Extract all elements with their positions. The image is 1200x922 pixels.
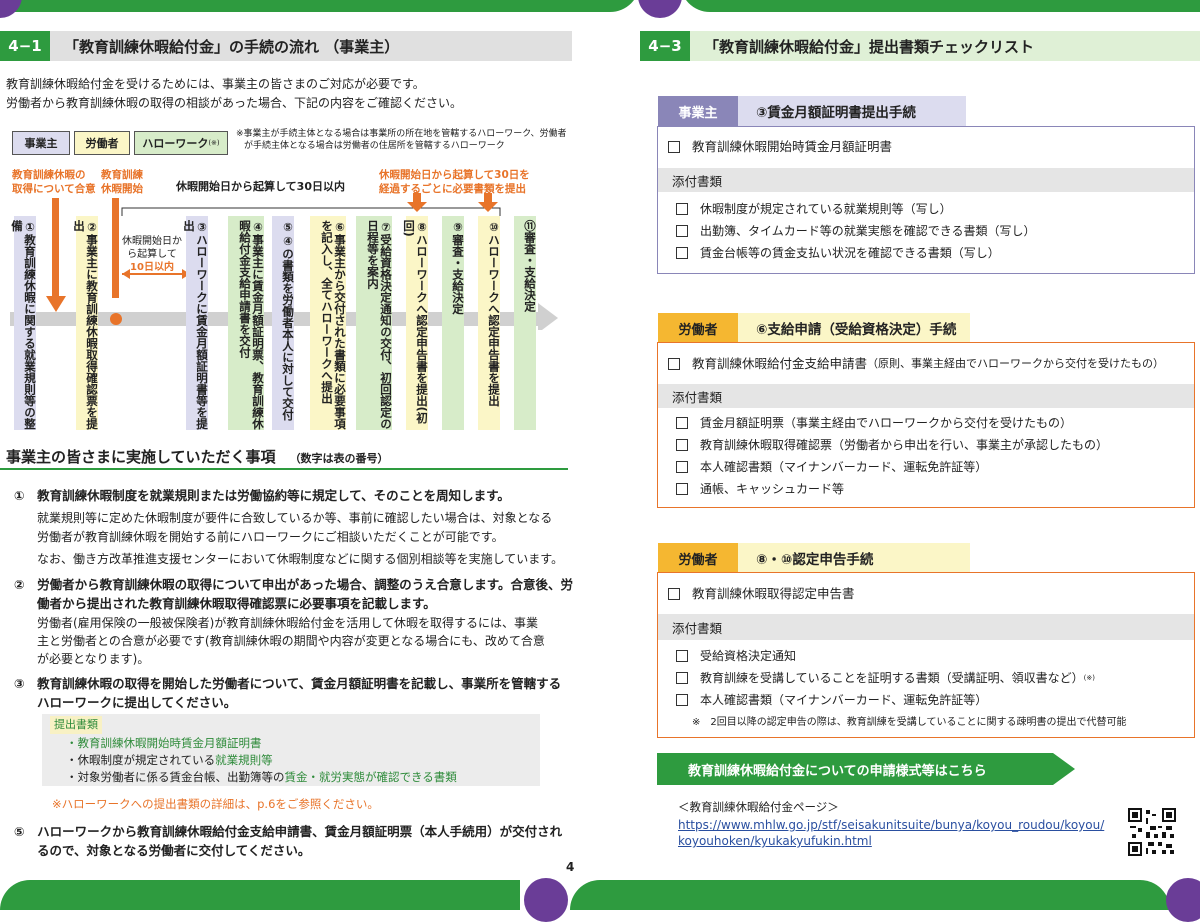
role-employer: 事業主 bbox=[12, 131, 70, 155]
block1-item-2: 出勤簿、タイムカード等の就業実態を確認できる書類（写し） bbox=[676, 222, 1036, 240]
block3-attach-label: 添付書類 bbox=[658, 614, 1194, 640]
role-hellowork: ハローワーク (※) bbox=[134, 131, 228, 155]
block1-item-3: 賃金台帳等の賃金支払い状況を確認できる書類（写し） bbox=[676, 244, 1000, 262]
step-2: ②事業主に教育訓練休暇取得確認票を提出 bbox=[72, 216, 99, 430]
block2-item-4: 通帳、キャッシュカード等 bbox=[676, 480, 844, 498]
step-4: ④事業主に賃金月額証明票、教育訓練休暇給付金支給申請書を交付 bbox=[228, 216, 265, 430]
block1-main: 教育訓練休暇開始時賃金月額証明書 bbox=[668, 138, 892, 156]
block1-attach-label: 添付書類 bbox=[658, 168, 1194, 192]
step-5: ⑤④の書類を労働者本人に対して交付 bbox=[272, 216, 295, 430]
item-1-heading: ① 教育訓練休暇制度を就業規則または労働協約等に規定して、そのことを周知します。 bbox=[14, 488, 510, 503]
forms-banner-text[interactable]: 教育訓練休暇給付金についての申請様式等はこちら bbox=[688, 753, 987, 785]
item-1-body-3: なお、働き方改革推進支援センターにおいて休暇制度などに関する個別相談等を実施して… bbox=[37, 552, 564, 566]
item-2-heading-1: ② 労働者から教育訓練休暇の取得について申出があった場合、調整のうえ合意します。… bbox=[14, 577, 573, 592]
block1-tag: 事業主 bbox=[658, 96, 738, 126]
section-number: 4−1 bbox=[0, 31, 50, 61]
block3-main: 教育訓練休暇取得認定申告書 bbox=[668, 585, 855, 603]
block2-title: ⑥支給申請（受給資格決定）手続 bbox=[738, 313, 970, 343]
section-header-4-3: 4−3 「教育訓練休暇給付金」提出書類チェックリスト bbox=[640, 31, 1200, 61]
item-1-body-1: 就業規則等に定めた休暇制度が要件に合致しているか等、事前に確認したい場合は、対象… bbox=[37, 511, 553, 525]
checkbox[interactable] bbox=[676, 439, 688, 451]
submit-doc-1: ・教育訓練休暇開始時賃金月額証明書 bbox=[66, 736, 262, 750]
item-2-heading-2: 働者から提出された教育訓練休暇取得確認票に必要事項を記載します。 bbox=[37, 596, 436, 611]
item-2-body-3: が必要となります)。 bbox=[37, 652, 150, 666]
item-3-heading-2: ハローワークに提出してください。 bbox=[37, 695, 237, 710]
decor-dot bbox=[524, 878, 568, 922]
checkbox[interactable] bbox=[668, 358, 680, 370]
checkbox[interactable] bbox=[676, 461, 688, 473]
page-link-label: ＜教育訓練休暇給付金ページ＞ bbox=[678, 800, 839, 814]
checkbox[interactable] bbox=[676, 417, 688, 429]
decor-dot bbox=[1166, 878, 1200, 922]
block3-note: ※ 2回目以降の認定申告の際は、教育訓練を受講していることに関する疎明書の提出で… bbox=[692, 717, 1127, 728]
item-2-body-1: 労働者(雇用保険の一般被保険者)が教育訓練休暇給付金を活用して休暇を取得するには… bbox=[37, 616, 539, 630]
step-3: ③ハローワークに賃金月額証明書等を提出 bbox=[182, 216, 209, 430]
block3-item-3: 本人確認書類（マイナンバーカード、運転免許証等） bbox=[676, 691, 987, 709]
heading-underline bbox=[0, 468, 568, 470]
page-number: 4 bbox=[566, 860, 575, 874]
submit-note: ※ハローワークへの提出書類の詳細は、p.6をご参照ください。 bbox=[52, 797, 379, 811]
checkbox[interactable] bbox=[676, 650, 688, 662]
timeline-arrowhead bbox=[538, 303, 558, 330]
intro-line-2: 労働者から教育訓練休暇の取得の相談があった場合、下記の内容をご確認ください。 bbox=[6, 96, 463, 110]
step-8: ⑧ハローワークへ認定申告書を提出(初回) bbox=[402, 216, 429, 430]
checkbox[interactable] bbox=[668, 588, 680, 600]
submit-doc-3: ・対象労働者に係る賃金台帳、出勤簿等の賃金・就労実態が確認できる書類 bbox=[66, 770, 457, 784]
checkbox[interactable] bbox=[676, 203, 688, 215]
step-6: ⑥事業主から交付された書類に必要事項を記入し、全てハローワークへ提出 bbox=[310, 216, 347, 430]
checkbox[interactable] bbox=[676, 483, 688, 495]
top-band-right bbox=[680, 0, 1200, 12]
checkbox[interactable] bbox=[668, 141, 680, 153]
decor-dot bbox=[638, 0, 682, 18]
item-1-body-2: 労働者が教育訓練休暇を開始する前にハローワークにご相談いただくことが可能です。 bbox=[37, 530, 504, 544]
block1-item-1: 休暇制度が規定されている就業規則等（写し） bbox=[676, 200, 952, 218]
block2-attach-label: 添付書類 bbox=[658, 384, 1194, 408]
step-10: ⑩ハローワークへ認定申告書を提出 bbox=[478, 216, 501, 430]
section-header-4-1: 4−1 「教育訓練休暇給付金」の手続の流れ （事業主） bbox=[0, 31, 572, 61]
block2-item-3: 本人確認書類（マイナンバーカード、運転免許証等） bbox=[676, 458, 987, 476]
top-band-left bbox=[0, 0, 640, 12]
bottom-band-right bbox=[570, 880, 1170, 910]
submit-doc-2: ・休暇制度が規定されている就業規則等 bbox=[66, 753, 273, 767]
item-2-body-2: 主と労働者との合意が必要です(教育訓練休暇の期間や内容が変更となる場合にも、改め… bbox=[37, 634, 545, 648]
block2-item-1: 賃金月額証明票（事業主経由でハローワークから交付を受けたもの） bbox=[676, 414, 1072, 432]
checkbox[interactable] bbox=[676, 247, 688, 259]
role-note-1: ※事業主が手続主体となる場合は事業所の所在地を管轄するハローワーク、労働者 bbox=[236, 129, 567, 139]
start-dot bbox=[110, 313, 122, 325]
block2-main: 教育訓練休暇給付金支給申請書 （原則、事業主経由でハローワークから交付を受けたもの… bbox=[668, 355, 1164, 373]
block3-item-1: 受給資格決定通知 bbox=[676, 647, 796, 665]
bottom-band-left bbox=[0, 880, 520, 910]
checkbox[interactable] bbox=[676, 225, 688, 237]
block3-item-2: 教育訓練を受講していることを証明する書類（受講証明、領収書など） (※) bbox=[676, 669, 1095, 687]
block3-title: ⑧・⑩認定申告手続 bbox=[738, 543, 970, 573]
agree-arrow-shaft bbox=[52, 198, 59, 298]
start-arrow-shaft bbox=[112, 198, 119, 298]
block3-tag: 労働者 bbox=[658, 543, 738, 573]
item-3-heading-1: ③ 教育訓練休暇の取得を開始した労働者について、賃金月額証明書を記載し、事業所を… bbox=[14, 676, 562, 691]
block2-item-2: 教育訓練休暇取得確認票（労働者から申出を行い、事業主が承認したもの） bbox=[676, 436, 1108, 454]
block2-tag: 労働者 bbox=[658, 313, 738, 343]
role-note-2: が手続主体となる場合は労働者の住居所を管轄するハローワーク bbox=[244, 141, 505, 151]
intro-line-1: 教育訓練休暇給付金を受けるためには、事業主の皆さまのご対応が必要です。 bbox=[6, 77, 425, 91]
submit-docs-label: 提出書類 bbox=[50, 716, 102, 734]
checkbox[interactable] bbox=[676, 672, 688, 684]
section-title: 「教育訓練休暇給付金」提出書類チェックリスト bbox=[690, 31, 1200, 61]
qr-code-icon[interactable] bbox=[1128, 808, 1176, 856]
step-1: ①教育訓練休暇に関する就業規則等の整備 bbox=[10, 216, 37, 430]
item-5-heading-2: るので、対象となる労働者に交付してください。 bbox=[37, 843, 311, 858]
step-9: ⑨審査・支給決定 bbox=[442, 216, 465, 430]
page-link-url-2[interactable]: koyouhoken/kyukakyufukin.html bbox=[678, 832, 872, 850]
checkbox[interactable] bbox=[676, 694, 688, 706]
block1-title: ③賃金月額証明書提出手続 bbox=[738, 96, 966, 126]
step-7: ⑦受給資格決定通知の交付、初回認定の日程等を案内 bbox=[356, 216, 393, 430]
employer-tasks-heading: 事業主の皆さまに実施していただく事項 （数字は表の番号） bbox=[6, 448, 389, 466]
section-number: 4−3 bbox=[640, 31, 690, 61]
agree-arrow-head bbox=[46, 296, 66, 312]
role-worker: 労働者 bbox=[74, 131, 130, 155]
step-11: ⑪審査・支給決定 bbox=[514, 216, 537, 430]
bracket-30days bbox=[121, 207, 501, 216]
section-title: 「教育訓練休暇給付金」の手続の流れ （事業主） bbox=[50, 31, 572, 61]
item-5-heading-1: ⑤ ハローワークから教育訓練休暇給付金支給申請書、賃金月額証明票（本人手続用）が… bbox=[14, 824, 563, 839]
